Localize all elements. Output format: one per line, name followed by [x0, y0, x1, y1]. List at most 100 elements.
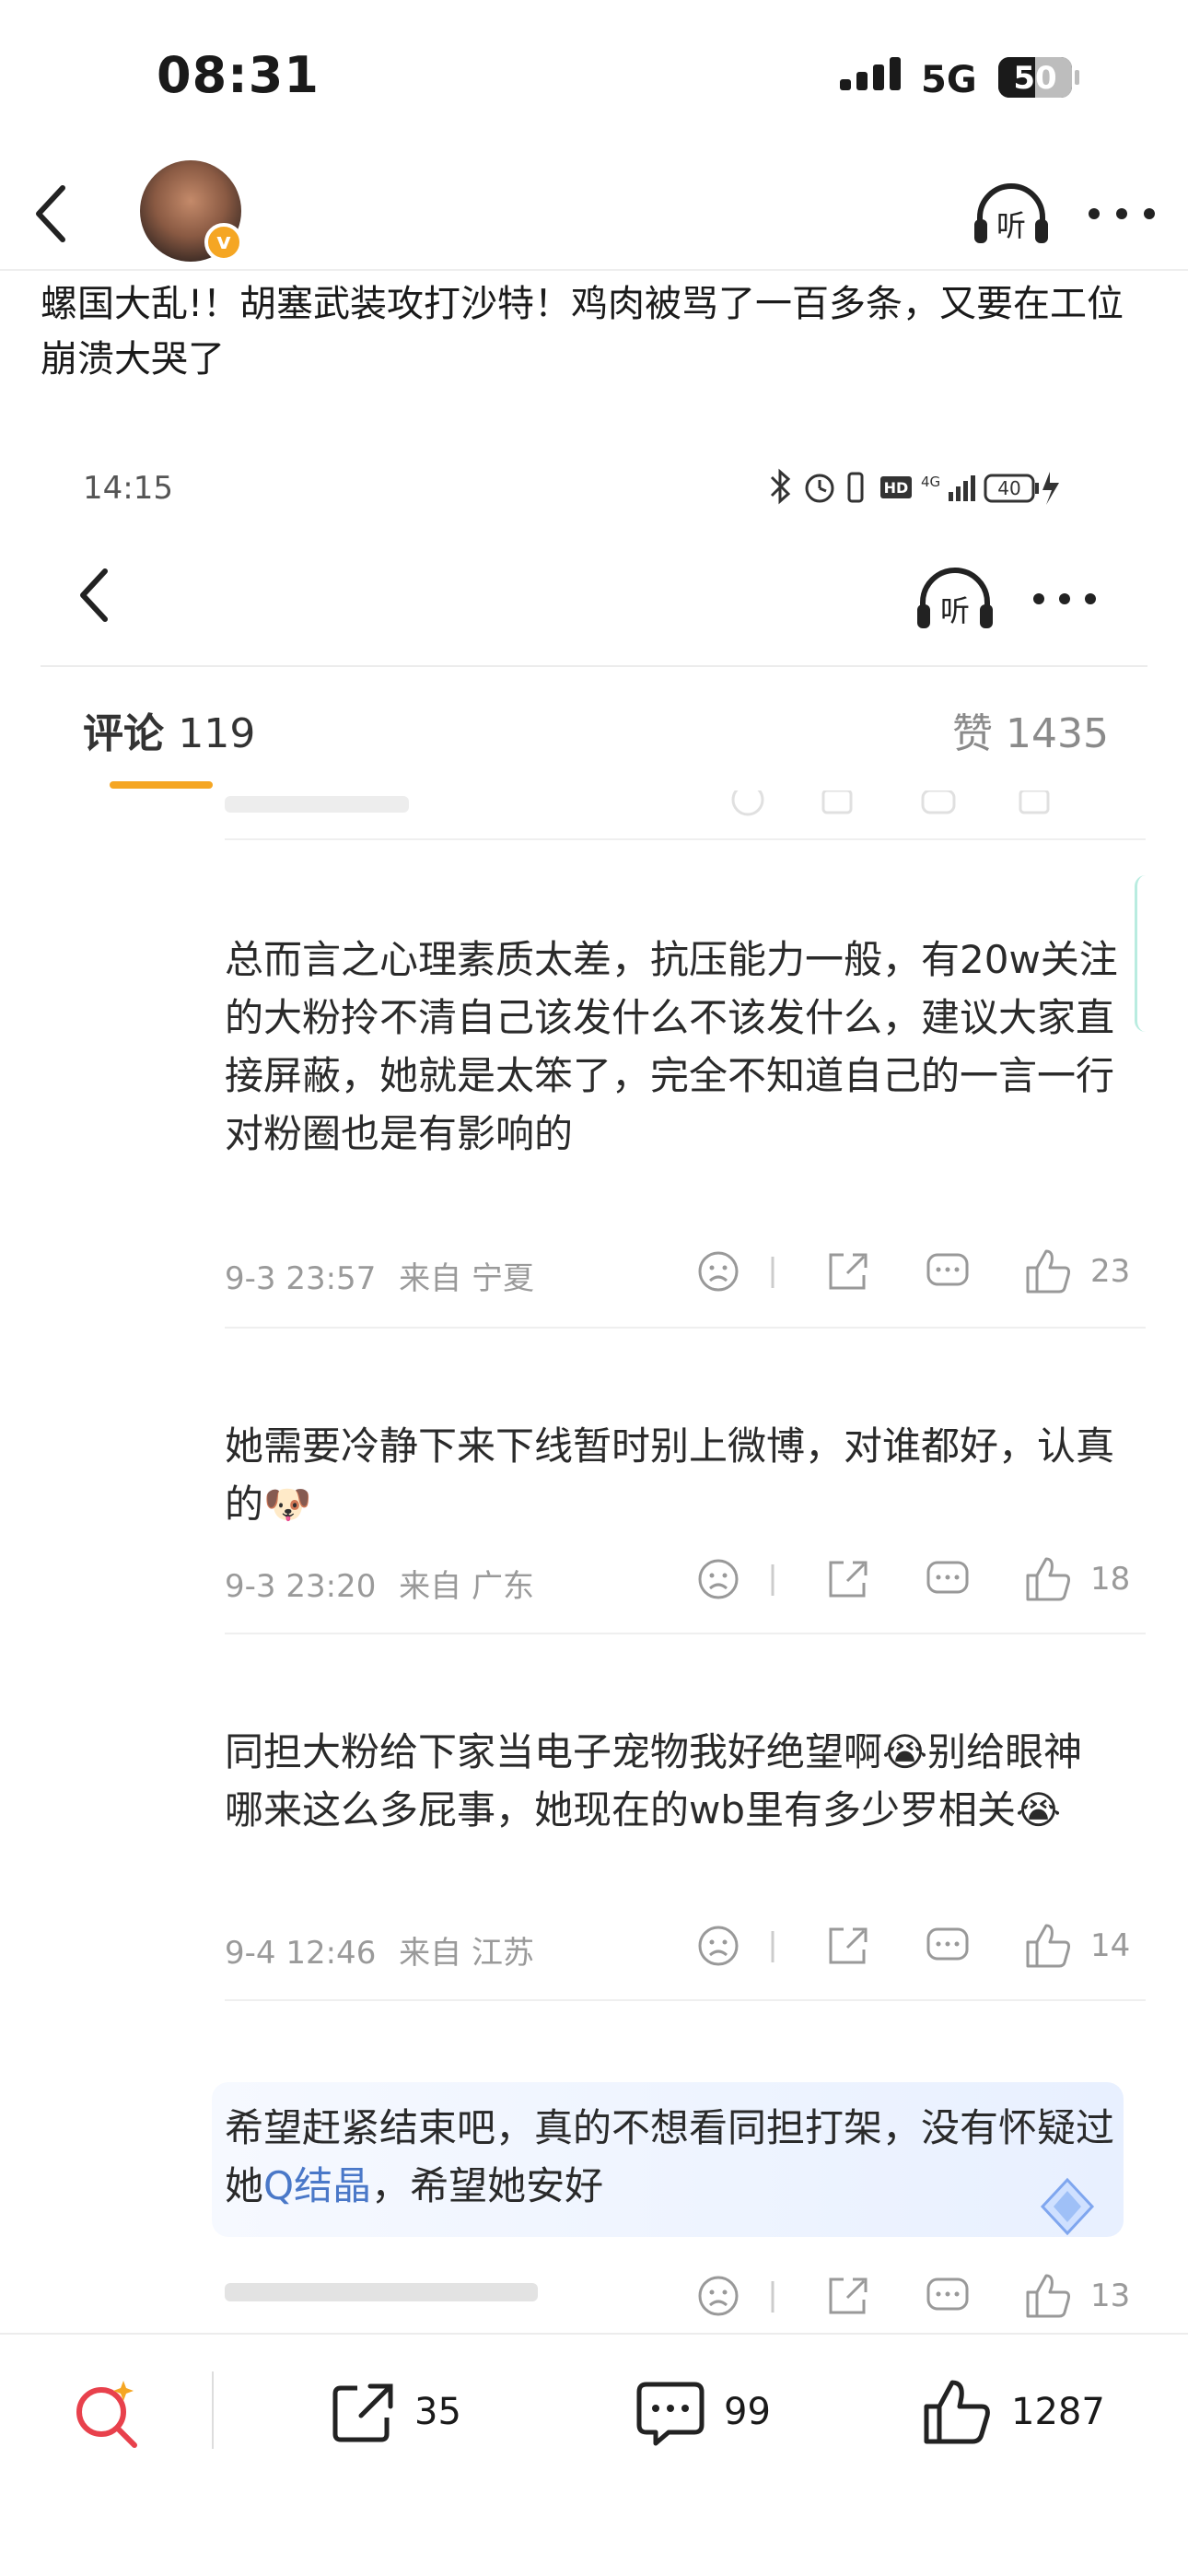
battery-level: 50 — [1013, 60, 1057, 97]
4g-icon: 4G — [921, 474, 940, 490]
comment-source: 来自 宁夏 — [399, 1260, 534, 1297]
post-text: 螺国大乱!！胡塞武装攻打沙特！鸡肉被骂了一百多条，又要在工位崩溃大哭了 — [41, 283, 1124, 381]
like-thumb-icon[interactable] — [1022, 1553, 1077, 1605]
shot-status-time: 14:15 — [83, 470, 173, 507]
battery-icon: 50 — [998, 57, 1072, 98]
action-divider — [771, 1257, 775, 1288]
comment-text: 同担大粉给下家当电子宠物我好绝望啊😭别给眼神哪来这么多屁事，她现在的wb里有多少… — [225, 1729, 1083, 1832]
comment-time: 9-3 23:57 — [225, 1260, 377, 1297]
comments-tab-label: 评论 — [83, 710, 164, 757]
comment-actions: 23 — [696, 1246, 1130, 1297]
share-icon[interactable] — [823, 1553, 869, 1605]
repost-count: 35 — [414, 2391, 461, 2433]
signal-icon — [840, 57, 901, 90]
action-divider — [771, 2281, 775, 2313]
comment-count: 99 — [724, 2391, 771, 2433]
dislike-face-icon[interactable] — [696, 1553, 742, 1605]
comment-like-count: 14 — [1090, 1927, 1131, 1964]
like-thumb-icon[interactable] — [1022, 1920, 1077, 1972]
comment-text: 总而言之心理素质太差，抗压能力一般，有20w关注的大粉拎不清自己该发什么不该发什… — [225, 937, 1118, 1156]
topic-link[interactable]: Q结晶 — [263, 2163, 371, 2208]
comment-meta: 9-3 23:20 来自 广东 — [225, 1561, 534, 1606]
comment-button[interactable]: 99 — [634, 2373, 771, 2451]
shot-listen-label: 听 — [940, 593, 970, 628]
comment-actions: 14 — [696, 1920, 1130, 1972]
shot-header-divider — [41, 665, 1147, 667]
diamond-badge-icon — [1040, 2177, 1095, 2236]
comment-text: 她需要冷静下来下线暂时别上微博，对谁都好，认真的🐶 — [225, 1423, 1115, 1527]
comment-item: 同担大粉给下家当电子宠物我好绝望啊😭别给眼神哪来这么多屁事，她现在的wb里有多少… — [225, 1723, 1146, 2001]
shot-back-chevron-icon[interactable] — [72, 562, 116, 628]
comment-icon — [636, 2382, 705, 2446]
post-header: v 听 — [0, 157, 1188, 271]
verified-badge: v — [204, 223, 243, 262]
repost-icon — [332, 2383, 393, 2442]
shot-more-options-icon[interactable] — [1028, 579, 1101, 619]
comment-actions: 18 — [696, 1553, 1130, 1605]
status-time: 08:31 — [157, 46, 320, 104]
network-type: 5G — [921, 59, 977, 101]
comment-text: 希望赶紧结束吧，真的不想看同担打架，没有怀疑过她Q结晶，希望她安好 — [225, 2099, 1118, 2215]
reply-icon[interactable] — [925, 1246, 971, 1297]
comment-source: 来自 江苏 — [399, 1935, 534, 1972]
more-options-icon[interactable] — [1083, 190, 1160, 238]
active-tab-indicator — [110, 781, 213, 789]
dislike-face-icon[interactable] — [696, 1246, 742, 1297]
comment-actions: 13 — [696, 2270, 1130, 2322]
comment-like-count: 18 — [1090, 1561, 1131, 1598]
listen-label: 听 — [996, 208, 1026, 243]
reply-icon[interactable] — [925, 2270, 971, 2322]
reply-icon[interactable] — [925, 1920, 971, 1972]
battery-cap — [1075, 70, 1079, 85]
like-thumb-icon[interactable] — [1022, 1246, 1077, 1297]
back-chevron-icon[interactable] — [26, 177, 77, 251]
charging-icon — [1042, 472, 1059, 505]
dislike-face-icon[interactable] — [696, 1920, 742, 1972]
embedded-screenshot: 14:15 HD 4G 40 听 评论 119 赞 1435 总而言之心理素质太… — [41, 433, 1147, 2331]
shot-status-icons: HD 4G 40 — [770, 468, 1059, 505]
reply-icon[interactable] — [925, 1553, 971, 1605]
status-bar: 08:31 5G 50 — [0, 0, 1188, 157]
comment-separator — [225, 1633, 1146, 1634]
svg-text:HD: HD — [884, 479, 909, 497]
share-icon[interactable] — [823, 1246, 869, 1297]
vibrate-icon — [847, 472, 864, 503]
bottom-action-bar: 35 99 1287 — [0, 2333, 1188, 2576]
comment-item: 她需要冷静下来下线暂时别上微博，对谁都好，认真的🐶 9-3 23:20 来自 广… — [225, 1417, 1146, 1634]
comment-meta: 9-4 12:46 来自 江苏 — [225, 1927, 534, 1973]
shot-signal-icon — [949, 475, 975, 501]
comment-meta-blurred — [225, 2274, 556, 2319]
comment-separator — [225, 838, 1146, 840]
comment-item: 总而言之心理素质太差，抗压能力一般，有20w关注的大粉拎不清自己该发什么不该发什… — [225, 931, 1146, 1329]
comments-tab-count: 119 — [178, 710, 256, 757]
comment-separator — [225, 1999, 1146, 2001]
cut-off-comment-meta — [225, 790, 1146, 825]
comment-time: 9-3 23:20 — [225, 1568, 377, 1605]
comment-item: 希望赶紧结束吧，真的不想看同担打架，没有怀疑过她Q结晶，希望她安好 13 — [225, 2099, 1130, 2318]
repost-button[interactable]: 35 — [328, 2373, 461, 2451]
action-divider — [771, 1931, 775, 1962]
comment-like-count: 23 — [1090, 1253, 1131, 1290]
comment-separator — [225, 1327, 1146, 1329]
comment-meta: 9-3 23:57 来自 宁夏 — [225, 1253, 534, 1298]
comment-text-part: ，希望她安好 — [371, 2163, 604, 2208]
comment-source: 来自 广东 — [399, 1568, 534, 1605]
shot-battery-level: 40 — [997, 477, 1020, 499]
listen-headphones-icon[interactable]: 听 — [971, 177, 1052, 251]
likes-tab[interactable]: 赞 1435 — [952, 700, 1109, 759]
like-count: 1287 — [1011, 2391, 1105, 2433]
bottom-divider — [212, 2371, 214, 2449]
share-icon[interactable] — [823, 1920, 869, 1972]
action-divider — [771, 1564, 775, 1596]
shot-listen-headphones-icon[interactable]: 听 — [914, 564, 996, 634]
comments-tab[interactable]: 评论 119 — [83, 700, 255, 759]
comment-time: 9-4 12:46 — [225, 1935, 377, 1972]
edge-decoration — [1135, 875, 1147, 1032]
like-thumb-icon — [924, 2380, 990, 2444]
like-button[interactable]: 1287 — [921, 2373, 1105, 2451]
like-thumb-icon[interactable] — [1022, 2270, 1077, 2322]
search-icon[interactable] — [70, 2377, 144, 2451]
share-icon[interactable] — [823, 2270, 869, 2322]
comment-like-count: 13 — [1090, 2277, 1131, 2314]
dislike-face-icon[interactable] — [696, 2270, 742, 2322]
